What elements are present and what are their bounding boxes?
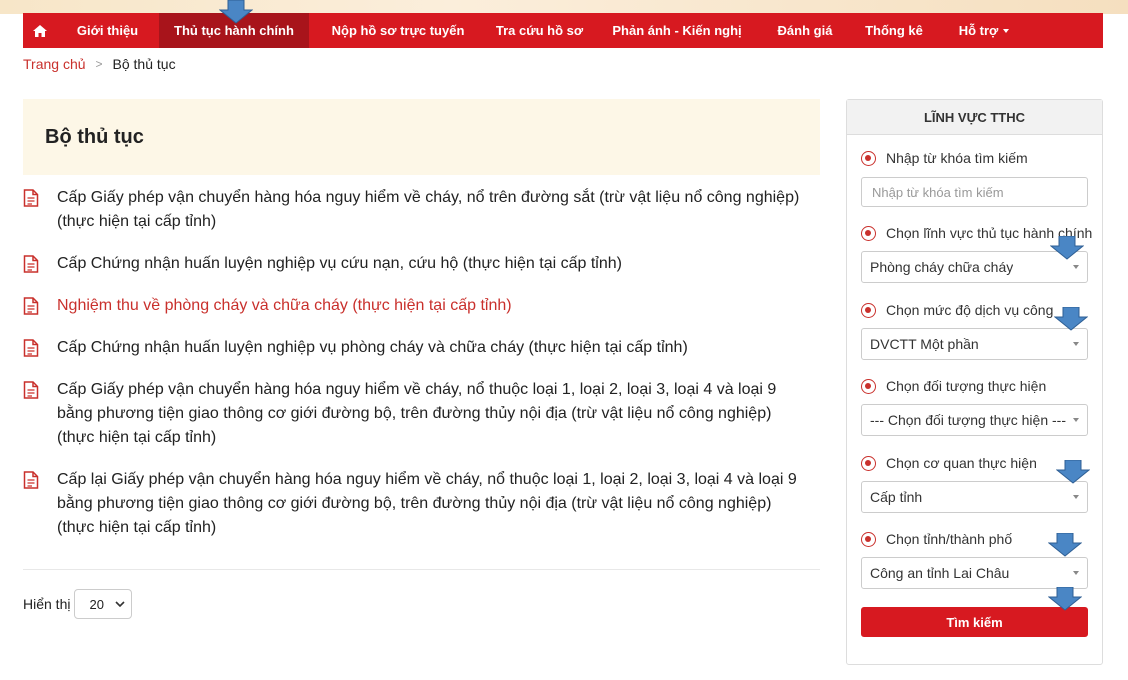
- nav-item-ho-tro-label: Hỗ trợ: [958, 23, 999, 38]
- radio-selected-icon[interactable]: [861, 302, 876, 318]
- province-label[interactable]: Chọn tỉnh/thành phố: [861, 531, 1012, 547]
- procedure-title[interactable]: Cấp Chứng nhận huấn luyện nghiệp vụ phòn…: [57, 336, 688, 360]
- nav-item-nop-ho-so[interactable]: Nộp hồ sơ trực tuyến: [309, 13, 487, 48]
- filter-sidebar: LĨNH VỰC TTHC Nhập từ khóa tìm kiếm Nhập…: [846, 99, 1103, 665]
- top-banner-strip: [0, 0, 1128, 14]
- agency-select-value: Cấp tỉnh: [870, 489, 923, 505]
- document-icon: [23, 381, 39, 399]
- document-icon: [23, 297, 39, 315]
- radio-selected-icon[interactable]: [861, 455, 876, 471]
- list-item[interactable]: Cấp lại Giấy phép vận chuyển hàng hóa ng…: [23, 468, 813, 540]
- list-item[interactable]: Cấp Chứng nhận huấn luyện nghiệp vụ phòn…: [23, 336, 813, 360]
- procedure-title[interactable]: Cấp Giấy phép vận chuyển hàng hóa nguy h…: [57, 378, 813, 450]
- procedure-title[interactable]: Cấp Giấy phép vận chuyển hàng hóa nguy h…: [57, 186, 813, 234]
- document-icon: [23, 471, 39, 489]
- subject-label[interactable]: Chọn đối tượng thực hiện: [861, 378, 1046, 394]
- chevron-down-icon: [115, 601, 126, 607]
- page-size-control: Hiển thị 20: [23, 589, 133, 619]
- level-select[interactable]: DVCTT Một phần: [861, 328, 1088, 360]
- province-select-value: Công an tỉnh Lai Châu: [870, 565, 1010, 581]
- page-title-panel: Bộ thủ tục: [23, 99, 820, 175]
- page-size-value: 20: [89, 596, 104, 612]
- list-item[interactable]: Cấp Chứng nhận huấn luyện nghiệp vụ cứu …: [23, 252, 813, 276]
- procedure-title[interactable]: Cấp lại Giấy phép vận chuyển hàng hóa ng…: [57, 468, 813, 540]
- arrow-down-icon: [1050, 236, 1084, 260]
- divider: [23, 569, 820, 570]
- document-icon: [23, 255, 39, 273]
- nav-item-phan-anh[interactable]: Phản ánh - Kiến nghị: [592, 13, 762, 48]
- procedure-list: Cấp Giấy phép vận chuyển hàng hóa nguy h…: [23, 186, 813, 558]
- arrow-down-icon: [1048, 533, 1082, 557]
- home-icon[interactable]: [23, 13, 56, 48]
- nav-item-tra-cuu[interactable]: Tra cứu hồ sơ: [487, 13, 592, 48]
- main-navbar: Giới thiệu Thủ tục hành chính Nộp hồ sơ …: [23, 13, 1103, 48]
- subject-select[interactable]: --- Chọn đối tượng thực hiện ---: [861, 404, 1088, 436]
- procedure-title[interactable]: Nghiệm thu về phòng cháy và chữa cháy (t…: [57, 294, 512, 318]
- agency-label[interactable]: Chọn cơ quan thực hiện: [861, 455, 1037, 471]
- arrow-down-icon: [219, 0, 253, 24]
- province-label-text: Chọn tỉnh/thành phố: [886, 531, 1013, 547]
- breadcrumb-home-link[interactable]: Trang chủ: [23, 56, 86, 72]
- radio-selected-icon[interactable]: [861, 531, 876, 547]
- field-select-value: Phòng cháy chữa cháy: [870, 259, 1014, 275]
- chevron-down-icon: [1073, 342, 1079, 346]
- chevron-down-icon: [1073, 265, 1079, 269]
- chevron-down-icon: [1073, 571, 1079, 575]
- nav-item-ho-tro[interactable]: Hỗ trợ: [940, 13, 1028, 48]
- arrow-down-icon: [1056, 460, 1090, 484]
- page-size-select[interactable]: 20: [74, 589, 133, 619]
- chevron-down-icon: [1003, 28, 1010, 33]
- search-input[interactable]: Nhập từ khóa tìm kiếm: [861, 177, 1088, 207]
- level-label-text: Chọn mức độ dịch vụ công: [886, 302, 1054, 318]
- chevron-down-icon: [1073, 495, 1079, 499]
- breadcrumb: Trang chủ > Bộ thủ tục: [23, 56, 176, 72]
- breadcrumb-current: Bộ thủ tục: [112, 56, 176, 72]
- radio-selected-icon[interactable]: [861, 225, 876, 241]
- agency-select[interactable]: Cấp tỉnh: [861, 481, 1088, 513]
- breadcrumb-separator: >: [95, 57, 103, 71]
- page-title: Bộ thủ tục: [45, 126, 144, 148]
- chevron-down-icon: [1073, 418, 1079, 422]
- province-select[interactable]: Công an tỉnh Lai Châu: [861, 557, 1088, 589]
- arrow-down-icon: [1054, 307, 1088, 331]
- radio-selected-icon[interactable]: [861, 150, 876, 166]
- nav-item-gioi-thieu[interactable]: Giới thiệu: [56, 13, 159, 48]
- document-icon: [23, 339, 39, 357]
- procedure-title[interactable]: Cấp Chứng nhận huấn luyện nghiệp vụ cứu …: [57, 252, 622, 276]
- arrow-down-icon: [1048, 587, 1082, 611]
- document-icon: [23, 189, 39, 207]
- search-button[interactable]: Tìm kiếm: [861, 607, 1088, 637]
- list-item[interactable]: Nghiệm thu về phòng cháy và chữa cháy (t…: [23, 294, 813, 318]
- radio-selected-icon[interactable]: [861, 378, 876, 394]
- keyword-label[interactable]: Nhập từ khóa tìm kiếm: [861, 150, 1028, 166]
- list-item[interactable]: Cấp Giấy phép vận chuyển hàng hóa nguy h…: [23, 186, 813, 234]
- subject-select-value: --- Chọn đối tượng thực hiện ---: [870, 412, 1066, 428]
- list-item[interactable]: Cấp Giấy phép vận chuyển hàng hóa nguy h…: [23, 378, 813, 450]
- level-label[interactable]: Chọn mức độ dịch vụ công: [861, 302, 1053, 318]
- subject-label-text: Chọn đối tượng thực hiện: [886, 378, 1047, 394]
- page-size-label: Hiển thị: [23, 596, 71, 612]
- level-select-value: DVCTT Một phần: [870, 336, 979, 352]
- nav-item-thong-ke[interactable]: Thống kê: [848, 13, 940, 48]
- nav-item-danh-gia[interactable]: Đánh giá: [762, 13, 848, 48]
- agency-label-text: Chọn cơ quan thực hiện: [886, 455, 1037, 471]
- keyword-label-text: Nhập từ khóa tìm kiếm: [886, 150, 1028, 166]
- sidebar-title: LĨNH VỰC TTHC: [847, 100, 1102, 135]
